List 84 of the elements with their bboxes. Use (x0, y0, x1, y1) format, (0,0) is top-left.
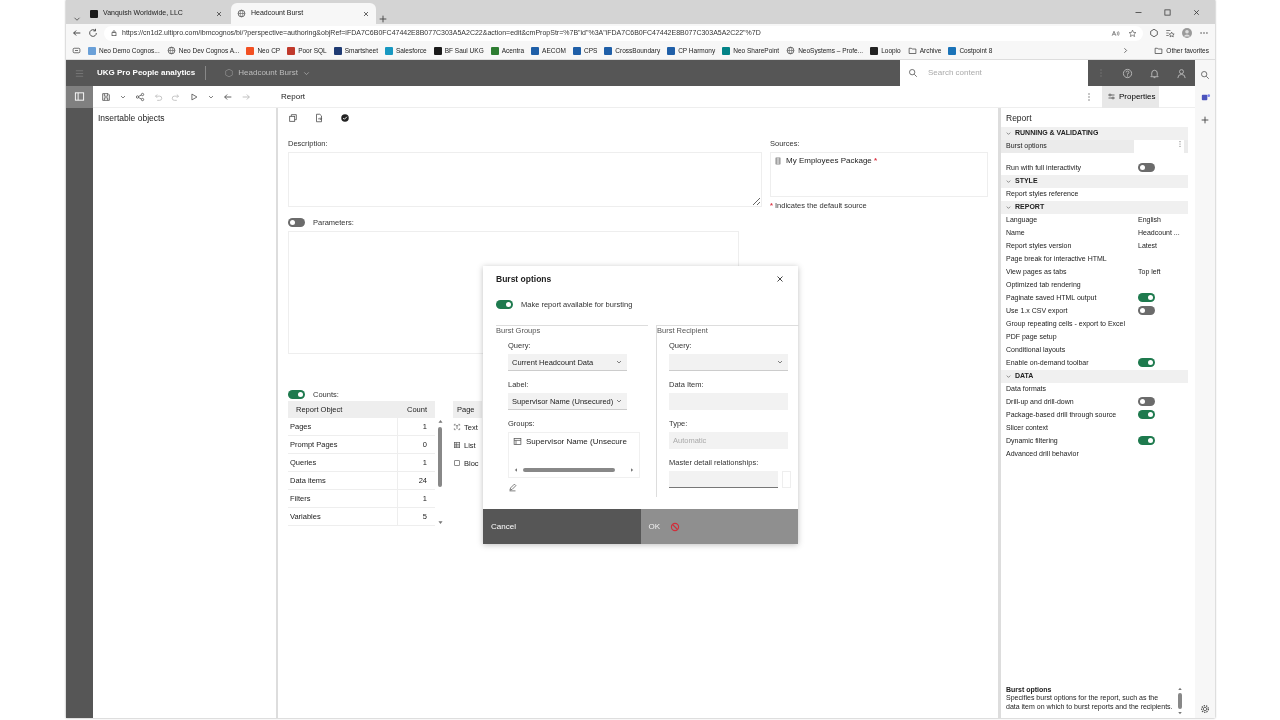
copy-icon[interactable] (288, 113, 298, 123)
description-field[interactable] (288, 152, 762, 207)
maximize-icon[interactable] (1163, 7, 1172, 17)
toggle-switch[interactable] (288, 390, 305, 399)
help-icon[interactable] (1122, 67, 1133, 79)
scroll-left-icon[interactable] (513, 467, 519, 474)
share-icon[interactable] (135, 91, 145, 102)
search-icon (908, 68, 918, 78)
refresh-icon[interactable] (88, 28, 98, 38)
blocked-icon (670, 521, 681, 532)
panel-toggle-button[interactable] (66, 85, 93, 108)
close-icon[interactable] (1192, 7, 1201, 17)
toggle-switch[interactable] (1138, 163, 1155, 172)
scrollbar-thumb[interactable] (1178, 693, 1182, 709)
toggle-switch[interactable] (1138, 306, 1155, 315)
user-icon[interactable] (1176, 67, 1187, 79)
list-object-icon (453, 441, 461, 449)
block-object-icon (453, 459, 461, 467)
collections-icon[interactable] (72, 46, 81, 55)
groups-list[interactable]: Supervisor Name (Unsecure (508, 432, 640, 479)
scroll-up-icon[interactable] (1177, 686, 1183, 692)
back-icon[interactable] (223, 91, 233, 102)
scrollbar-thumb[interactable] (438, 427, 442, 487)
profile-icon[interactable] (1181, 27, 1193, 39)
dialog-button[interactable]: Cancel (483, 509, 641, 545)
text-object-icon (453, 423, 461, 431)
settings-icon[interactable] (1200, 704, 1210, 714)
read-aloud-icon[interactable] (1111, 28, 1120, 38)
scroll-down-icon[interactable] (1177, 710, 1183, 716)
new-tab-icon[interactable] (378, 14, 388, 24)
scroll-right-icon[interactable] (629, 467, 635, 474)
chevron-icon (1005, 130, 1012, 138)
validate-icon[interactable] (340, 113, 350, 123)
lock-icon (110, 29, 118, 37)
favorites-icon[interactable] (1165, 28, 1175, 38)
run-icon[interactable] (189, 91, 199, 102)
group-item[interactable]: Supervisor Name (Unsecure (526, 437, 627, 447)
toggle-switch[interactable] (1138, 293, 1155, 302)
chevron-icon (1005, 204, 1012, 212)
globe-icon (166, 46, 176, 55)
teams-icon[interactable] (1199, 92, 1211, 103)
sliders-icon (1107, 92, 1116, 101)
sidebar-icon (74, 91, 85, 102)
report-name[interactable]: Headcount Burst (238, 68, 298, 78)
toggle-switch[interactable] (1138, 410, 1155, 419)
close-icon[interactable] (215, 9, 223, 18)
panel-title: Report (1005, 112, 1033, 125)
globe-icon (237, 9, 246, 18)
toggle-switch[interactable] (288, 218, 305, 227)
scroll-up-icon[interactable] (436, 418, 444, 425)
search-field[interactable]: Search content (926, 67, 1080, 79)
package-icon (774, 156, 782, 165)
breadcrumb: Report (280, 91, 306, 102)
globe-icon (786, 46, 796, 55)
toggle-switch[interactable] (1138, 436, 1155, 445)
chevron-icon (1005, 178, 1012, 186)
save-icon[interactable] (101, 91, 111, 102)
source-name[interactable]: My Employees Package * (786, 156, 878, 166)
scrollbar-thumb[interactable] (523, 468, 615, 473)
search-box[interactable]: Search content (900, 60, 1088, 86)
edit-icon[interactable] (508, 482, 517, 492)
scroll-down-icon[interactable] (436, 519, 444, 526)
panel-title: Insertable objects (98, 113, 166, 124)
extension-icon[interactable] (1149, 28, 1159, 38)
toggle-switch[interactable] (1138, 397, 1155, 406)
toggle-switch[interactable] (1138, 358, 1155, 367)
toggle-switch[interactable] (496, 300, 513, 310)
notification-icon[interactable] (1149, 67, 1160, 79)
dialog-title: Burst options (496, 274, 552, 285)
input-field[interactable] (669, 471, 778, 489)
close-icon[interactable] (362, 9, 370, 18)
favorite-icon[interactable] (1128, 28, 1137, 38)
chevron-icon (1005, 373, 1012, 381)
folder-icon (1154, 46, 1164, 55)
group-icon (513, 437, 522, 447)
properties-button[interactable]: Properties (1102, 85, 1159, 108)
export-icon[interactable] (314, 113, 324, 123)
report-icon (224, 68, 235, 78)
more-bookmarks-icon[interactable] (1121, 46, 1131, 55)
back-icon[interactable] (72, 28, 82, 38)
add-icon[interactable] (1200, 115, 1210, 125)
app-title: UKG Pro People analytics (93, 66, 207, 80)
folder-icon (907, 46, 917, 55)
search-icon[interactable] (1200, 70, 1210, 80)
